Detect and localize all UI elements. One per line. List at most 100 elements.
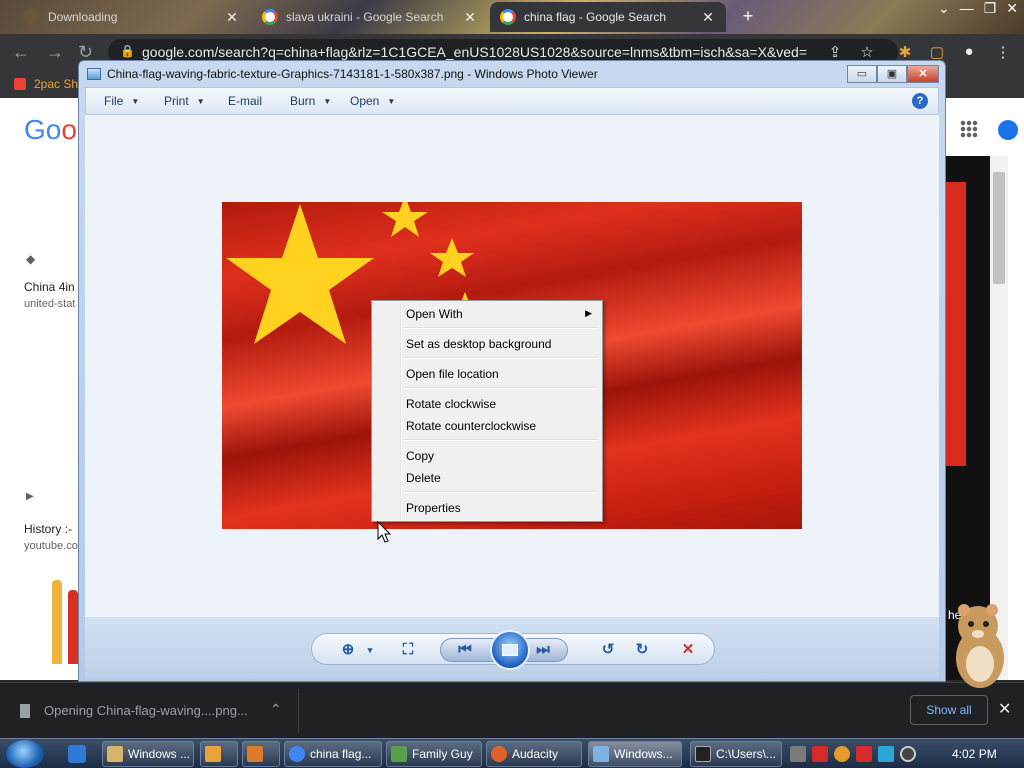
lock-icon: 🔒 bbox=[120, 44, 135, 58]
forward-icon[interactable]: → bbox=[46, 42, 64, 63]
menu-label: E-mail bbox=[228, 94, 263, 108]
account-avatar[interactable] bbox=[998, 120, 1018, 140]
menu-burn[interactable]: Burn ▼ bbox=[290, 94, 331, 108]
help-icon[interactable]: ? bbox=[912, 93, 928, 109]
result-thumbnail[interactable] bbox=[50, 580, 80, 664]
taskbar-label: Windows... bbox=[614, 747, 673, 761]
taskbar-label: Windows ... bbox=[128, 747, 191, 761]
zoom-icon[interactable]: ⊕ bbox=[338, 640, 358, 660]
chevron-down-icon[interactable]: ⌄ bbox=[938, 0, 950, 17]
taskbar-label: C:\Users\... bbox=[716, 747, 777, 761]
result-source: united-stat bbox=[24, 298, 76, 310]
slideshow-button[interactable] bbox=[490, 630, 530, 670]
menu-item-open-file-location[interactable]: Open file location bbox=[374, 363, 600, 385]
large-star bbox=[226, 204, 374, 344]
taskbar-button-photo-viewer[interactable]: Windows... bbox=[588, 741, 682, 767]
menu-item-properties[interactable]: Properties bbox=[374, 497, 600, 519]
menu-label: Print bbox=[164, 94, 189, 108]
back-icon[interactable]: ← bbox=[12, 42, 30, 63]
close-tab-icon[interactable]: ✕ bbox=[224, 9, 240, 26]
extension-icon[interactable]: ✱ bbox=[896, 43, 914, 61]
previous-icon[interactable]: ⏮ bbox=[455, 640, 475, 660]
taskbar-button-command-prompt[interactable]: C:\Users\... bbox=[690, 741, 782, 767]
media-player-icon bbox=[205, 746, 221, 762]
taskbar-button-chrome[interactable]: china flag... bbox=[284, 741, 382, 767]
taskbar-button-family-guy[interactable]: Family Guy bbox=[386, 741, 482, 767]
console-icon bbox=[695, 746, 711, 762]
internet-explorer-icon[interactable] bbox=[68, 745, 86, 763]
tab-slava-ukraini[interactable]: slava ukraini - Google Search ✕ bbox=[252, 2, 488, 32]
google-apps-icon[interactable] bbox=[960, 120, 978, 138]
close-button[interactable]: ✕ bbox=[907, 65, 939, 83]
close-tab-icon[interactable]: ✕ bbox=[462, 9, 478, 26]
rotate-clockwise-icon[interactable]: ↻ bbox=[632, 640, 652, 660]
rotate-counterclockwise-icon[interactable]: ↺ bbox=[598, 640, 618, 660]
scrollbar-thumb[interactable] bbox=[993, 172, 1005, 284]
minimize-button[interactable]: ▭ bbox=[847, 65, 877, 83]
profile-avatar-icon[interactable]: ● bbox=[960, 43, 978, 61]
result-title[interactable]: History :- bbox=[24, 522, 72, 536]
result-title[interactable]: China 4in bbox=[24, 280, 75, 294]
close-icon[interactable]: ✕ bbox=[998, 699, 1011, 719]
new-tab-icon[interactable]: + bbox=[738, 6, 758, 27]
google-logo[interactable]: Goo bbox=[24, 114, 77, 146]
tab-downloading[interactable]: Downloading ✕ bbox=[14, 2, 250, 32]
chrome-icon bbox=[289, 746, 305, 762]
sidebar-icon[interactable]: ▢ bbox=[928, 43, 946, 61]
share-icon[interactable]: ⇪ bbox=[826, 43, 844, 61]
show-all-button[interactable]: Show all bbox=[910, 695, 988, 725]
flag-preview-image[interactable] bbox=[946, 182, 966, 466]
menu-open[interactable]: Open ▼ bbox=[350, 94, 395, 108]
bookmark-favicon-icon bbox=[14, 78, 26, 90]
taskbar-button-windows-explorer[interactable]: Windows ... bbox=[102, 741, 194, 767]
star-icon[interactable]: ☆ bbox=[858, 43, 876, 61]
zoom-dropdown-icon[interactable]: ▾ bbox=[360, 640, 380, 660]
actual-size-icon[interactable]: ⛶ bbox=[398, 640, 418, 660]
tray-antivirus-icon[interactable] bbox=[812, 746, 828, 762]
delete-icon[interactable]: ✕ bbox=[678, 640, 698, 660]
taskbar-button-media[interactable] bbox=[200, 741, 238, 767]
bookmark-item[interactable]: 2pac Sh bbox=[14, 77, 78, 91]
tray-flag-icon[interactable] bbox=[856, 746, 872, 762]
logo-text: Go bbox=[24, 114, 62, 145]
chevron-up-icon[interactable]: ⌃ bbox=[270, 701, 282, 718]
menu-label: Open bbox=[350, 94, 380, 108]
taskbar-button-app[interactable] bbox=[242, 741, 280, 767]
hamster-gadget-image[interactable] bbox=[948, 600, 1012, 690]
taskbar-button-audacity[interactable]: Audacity bbox=[486, 741, 582, 767]
menu-item-delete[interactable]: Delete bbox=[374, 467, 600, 489]
menu-item-label: Open file location bbox=[406, 367, 499, 381]
menu-file[interactable]: File ▼ bbox=[104, 94, 139, 108]
start-button[interactable] bbox=[6, 740, 44, 768]
app-icon bbox=[247, 746, 263, 762]
menu-email[interactable]: E-mail bbox=[228, 94, 262, 108]
close-tab-icon[interactable]: ✕ bbox=[700, 9, 716, 26]
tray-app-icon[interactable] bbox=[790, 746, 806, 762]
windows-taskbar: Windows ... china flag... Family Guy Aud… bbox=[0, 738, 1024, 768]
menu-print[interactable]: Print ▼ bbox=[164, 94, 205, 108]
close-icon[interactable]: ✕ bbox=[1006, 0, 1018, 17]
taskbar-clock[interactable]: 4:02 PM bbox=[952, 747, 997, 761]
play-icon: ▶ bbox=[26, 491, 34, 502]
menu-item-rotate-clockwise[interactable]: Rotate clockwise bbox=[374, 393, 600, 415]
menu-item-open-with[interactable]: Open With ▶ bbox=[374, 303, 600, 325]
restore-icon[interactable]: ❐ bbox=[984, 0, 997, 17]
menu-item-set-desktop-background[interactable]: Set as desktop background bbox=[374, 333, 600, 355]
viewer-menubar: File ▼ Print ▼ E-mail Burn ▼ Open ▼ ? bbox=[85, 87, 939, 115]
menu-dots-icon[interactable]: ⋮ bbox=[994, 43, 1012, 61]
tab-china-flag[interactable]: china flag - Google Search ✕ bbox=[490, 2, 726, 32]
menu-label: File bbox=[104, 94, 124, 108]
next-icon[interactable]: ⏭ bbox=[533, 640, 553, 660]
tab-title: slava ukraini - Google Search bbox=[286, 10, 444, 24]
minimize-icon[interactable]: — bbox=[960, 0, 974, 17]
menu-separator bbox=[404, 387, 598, 389]
tray-volume-icon[interactable] bbox=[900, 746, 916, 762]
menu-item-rotate-counterclockwise[interactable]: Rotate counterclockwise bbox=[374, 415, 600, 437]
download-status-text: Opening China-flag-waving....png... bbox=[44, 703, 248, 718]
tray-search-icon[interactable] bbox=[834, 746, 850, 762]
tray-network-icon[interactable] bbox=[878, 746, 894, 762]
menu-item-copy[interactable]: Copy bbox=[374, 445, 600, 467]
maximize-button[interactable]: ▣ bbox=[877, 65, 907, 83]
tab-title: china flag - Google Search bbox=[524, 10, 667, 24]
download-item[interactable]: Opening China-flag-waving....png... bbox=[20, 703, 248, 718]
